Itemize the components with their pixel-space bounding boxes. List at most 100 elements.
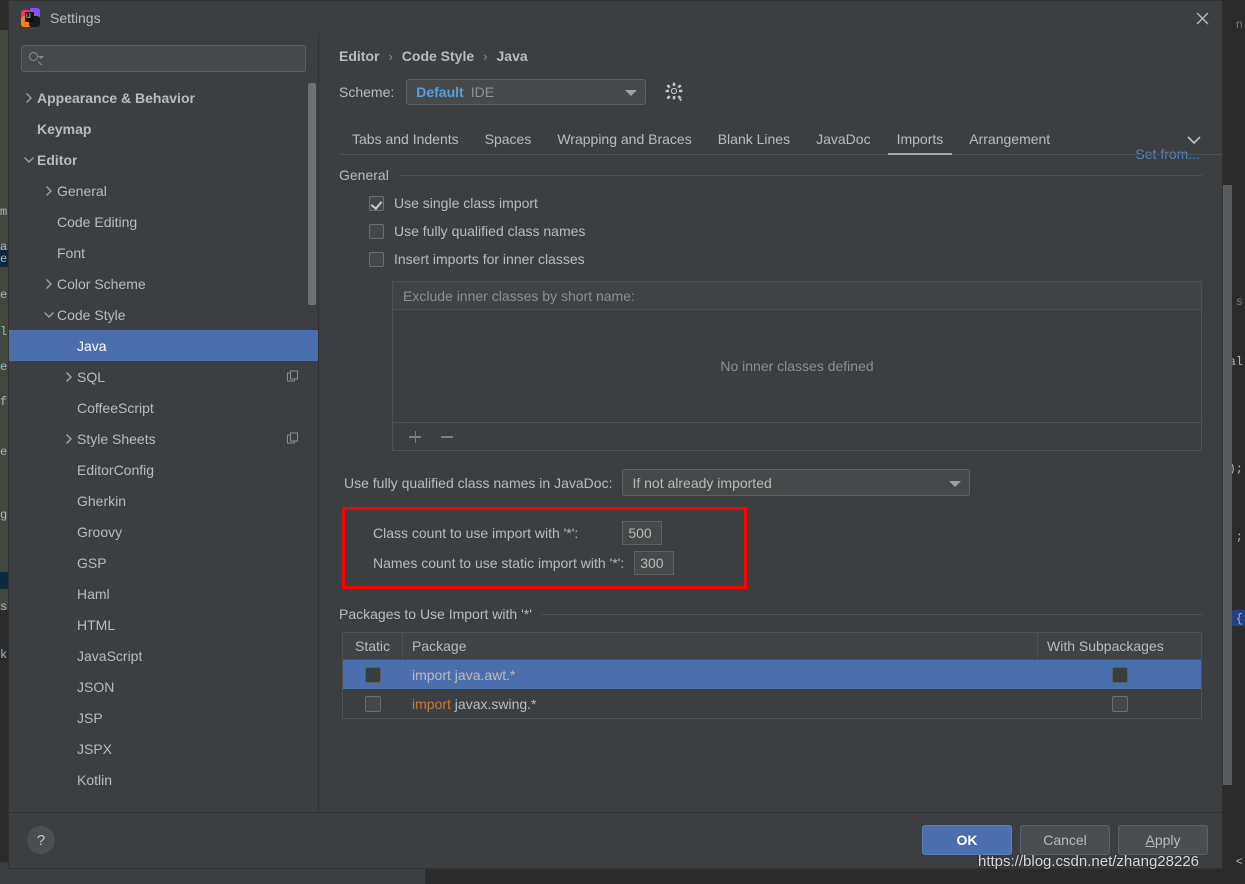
sidebar-item-code-editing[interactable]: Code Editing [9,206,318,237]
sidebar-item-json[interactable]: JSON [9,671,318,702]
sidebar-item-javascript[interactable]: JavaScript [9,640,318,671]
sidebar-item-label: CoffeeScript [77,399,154,416]
checkbox-row[interactable]: Use fully qualified class names [369,217,1222,245]
checkbox-label: Use fully qualified class names [394,223,586,239]
sidebar-item-keymap[interactable]: Keymap [9,113,318,144]
search-box[interactable] [21,45,306,72]
sidebar-item-color-scheme[interactable]: Color Scheme [9,268,318,299]
import-count-input[interactable]: 300 [634,551,675,575]
checkbox-unchecked-icon[interactable] [1111,666,1128,683]
sidebar-item-jsp[interactable]: JSP [9,702,318,733]
chevron-right-icon[interactable] [61,371,77,383]
checkbox-checked-icon[interactable] [369,195,384,211]
scheme-dropdown[interactable]: Default IDE [406,79,647,105]
exclude-inner-classes-panel: Exclude inner classes by short name: No … [392,281,1202,451]
packages-column-header[interactable]: With Subpackages [1038,633,1201,659]
javadoc-fqn-value: If not already imported [632,474,772,491]
ok-button[interactable]: OK [922,825,1012,855]
package-cell[interactable]: import javax.swing.* [403,696,1038,712]
sidebar-item-html[interactable]: HTML [9,609,318,640]
sidebar-item-label: Groovy [77,523,123,540]
package-name: java.awt.* [454,666,516,683]
search-wrapper [9,34,318,80]
apply-button[interactable]: Apply [1118,825,1208,855]
table-row[interactable]: import java.awt.* [343,660,1201,689]
chevron-down-icon [625,90,638,96]
breadcrumb-item-java[interactable]: Java [497,48,528,64]
breadcrumb-item-editor[interactable]: Editor [339,48,379,64]
sidebar-item-groovy[interactable]: Groovy [9,516,318,547]
chevron-right-icon[interactable] [61,433,77,445]
chevron-right-icon[interactable] [41,278,57,290]
sidebar-item-code-style[interactable]: Code Style [9,299,318,330]
copy-icon[interactable] [287,370,300,383]
chevron-down-icon [949,480,962,487]
sidebar-item-label: Keymap [37,120,92,137]
checkbox-unchecked-icon[interactable] [369,251,384,267]
tab-wrapping-and-braces[interactable]: Wrapping and Braces [544,131,704,154]
minus-icon[interactable] [439,429,455,445]
question-mark-icon[interactable]: ? [27,826,55,854]
search-input[interactable] [43,50,299,67]
exclude-panel-toolbar [393,422,1201,450]
checkbox-label: Use single class import [394,195,538,211]
background-right-text: ; [1235,530,1243,544]
package-cell[interactable]: import java.awt.* [403,667,1038,683]
settings-content-pane: Editor › Code Style › Java Scheme: Default I… [319,34,1222,812]
sidebar-item-sql[interactable]: SQL [9,361,318,392]
settings-tree: Appearance & Behavior Keymap Editor General… [9,80,318,812]
background-scrollbar[interactable] [1222,185,1232,785]
sidebar-item-gsp[interactable]: GSP [9,547,318,578]
tab-tabs-and-indents[interactable]: Tabs and Indents [339,131,472,154]
plus-icon[interactable] [407,429,423,445]
breadcrumb-separator: › [388,48,393,64]
sidebar-item-gherkin[interactable]: Gherkin [9,485,318,516]
checkbox-unchecked-icon[interactable] [369,223,384,239]
sidebar-item-label: JSON [77,678,115,695]
sidebar-item-java[interactable]: Java [9,330,318,361]
sidebar-item-label: Java [77,337,107,354]
checkbox-unchecked-icon[interactable] [365,666,381,683]
tab-javadoc[interactable]: JavaDoc [803,131,883,154]
tab-imports[interactable]: Imports [884,131,957,155]
cancel-button[interactable]: Cancel [1020,825,1110,855]
packages-column-header[interactable]: Static [343,633,403,659]
sidebar-item-general[interactable]: General [9,175,318,206]
import-count-input[interactable]: 500 [622,521,663,545]
package-keyword: import [412,695,451,712]
sidebar-item-editorconfig[interactable]: EditorConfig [9,454,318,485]
sidebar-item-haml[interactable]: Haml [9,578,318,609]
packages-group-title: Packages to Use Import with '*' [339,606,532,622]
checkbox-row[interactable]: Use single class import [369,189,1222,217]
gear-icon[interactable] [664,81,686,103]
sidebar-item-appearance-behavior[interactable]: Appearance & Behavior [9,82,318,113]
chevron-down-icon[interactable] [1184,132,1204,148]
chevron-right-icon[interactable] [41,185,57,197]
close-icon[interactable] [1191,7,1213,29]
breadcrumb: Editor › Code Style › Java [339,48,1222,64]
exclude-panel-header: Exclude inner classes by short name: [393,282,1201,310]
checkbox-unchecked-icon[interactable] [1111,695,1128,712]
sidebar-item-coffeescript[interactable]: CoffeeScript [9,392,318,423]
chevron-down-icon[interactable] [41,311,57,319]
checkbox-unchecked-icon[interactable] [365,695,381,712]
packages-column-header[interactable]: Package [403,633,1038,659]
sidebar-item-font[interactable]: Font [9,237,318,268]
import-count-row: Class count to use import with '*': 500 [345,518,744,548]
sidebar-item-editor[interactable]: Editor [9,144,318,175]
chevron-right-icon[interactable] [21,92,37,104]
table-row[interactable]: import javax.swing.* [343,689,1201,718]
chevron-down-icon[interactable] [21,156,37,164]
javadoc-fqn-dropdown[interactable]: If not already imported [622,469,971,496]
checkbox-row[interactable]: Insert imports for inner classes [369,245,1222,273]
sidebar-item-kotlin[interactable]: Kotlin [9,764,318,795]
tab-arrangement[interactable]: Arrangement [956,131,1063,154]
tab-blank-lines[interactable]: Blank Lines [705,131,803,154]
tab-spaces[interactable]: Spaces [472,131,545,154]
packages-table-body: import java.awt.* import javax.swing.* [343,660,1201,718]
copy-icon[interactable] [287,432,300,445]
static-cell [343,666,403,683]
sidebar-item-style-sheets[interactable]: Style Sheets [9,423,318,454]
breadcrumb-item-code-style[interactable]: Code Style [402,48,474,64]
sidebar-item-jspx[interactable]: JSPX [9,733,318,764]
